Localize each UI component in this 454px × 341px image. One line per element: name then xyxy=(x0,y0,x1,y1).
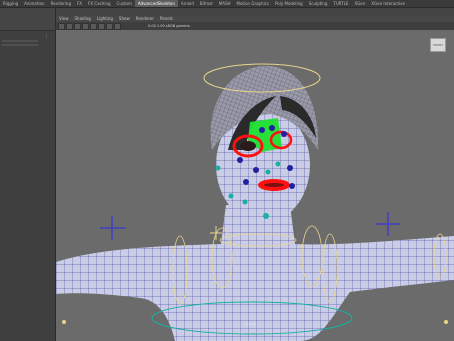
shelf-tab[interactable]: Sculpting xyxy=(306,0,331,7)
outliner-row[interactable] xyxy=(2,44,38,46)
camera-name-label: persp xyxy=(246,322,256,326)
shelf-tab[interactable]: XGen xyxy=(351,0,368,7)
outliner-row[interactable] xyxy=(2,40,38,42)
locator-marker[interactable] xyxy=(444,320,448,324)
camera-tool-icon[interactable] xyxy=(58,22,65,30)
viewport-toolbar: 0.00 1.00 sRGB gamma xyxy=(56,22,454,30)
textured-icon[interactable] xyxy=(90,22,97,30)
shelf-tab-bar: Rigging Animation Rendering FX FX Caching Cus… xyxy=(0,0,454,8)
wireframe-icon[interactable] xyxy=(74,22,81,30)
shelf-tab[interactable]: XGen Interactive xyxy=(368,0,408,7)
locator-marker[interactable] xyxy=(62,320,66,324)
shelf-tab[interactable]: TURTLE xyxy=(330,0,351,7)
outliner-panel[interactable]: ⋮ xyxy=(0,8,56,341)
viewcube-label: FRONT xyxy=(432,43,444,47)
xray-icon[interactable] xyxy=(106,22,113,30)
smooth-shade-icon[interactable] xyxy=(82,22,89,30)
shelf-tab[interactable]: Motion Graphics xyxy=(234,0,273,7)
shelf-tab[interactable]: MASH xyxy=(216,0,234,7)
shelf-tab[interactable]: Animation xyxy=(21,0,47,7)
shelf-tab[interactable]: Rendering xyxy=(48,0,74,7)
shelf-tab[interactable]: Bifrost xyxy=(197,0,216,7)
shelf-tab[interactable]: FX Caching xyxy=(85,0,113,7)
viewport-3d[interactable] xyxy=(56,16,454,341)
shelf-tab[interactable]: AdvancedSkeleton xyxy=(134,0,178,7)
lights-icon[interactable] xyxy=(98,22,105,30)
shelf-tab[interactable]: Poly Modeling xyxy=(272,0,306,7)
grid-icon[interactable] xyxy=(66,22,73,30)
outliner-header xyxy=(0,8,55,31)
isolate-icon[interactable] xyxy=(114,22,121,30)
shelf-tab[interactable]: FX xyxy=(74,0,85,7)
exposure-gamma-readout: 0.00 1.00 sRGB gamma xyxy=(148,24,190,28)
shelf-tab[interactable]: Arnold xyxy=(178,0,197,7)
shelf-tab[interactable]: Custom xyxy=(114,0,135,7)
viewcube-icon[interactable]: FRONT xyxy=(430,38,446,52)
viewport-canvas[interactable] xyxy=(56,16,454,341)
more-options-icon[interactable]: ⋮ xyxy=(44,34,49,40)
shelf-tab[interactable]: Rigging xyxy=(0,0,21,7)
